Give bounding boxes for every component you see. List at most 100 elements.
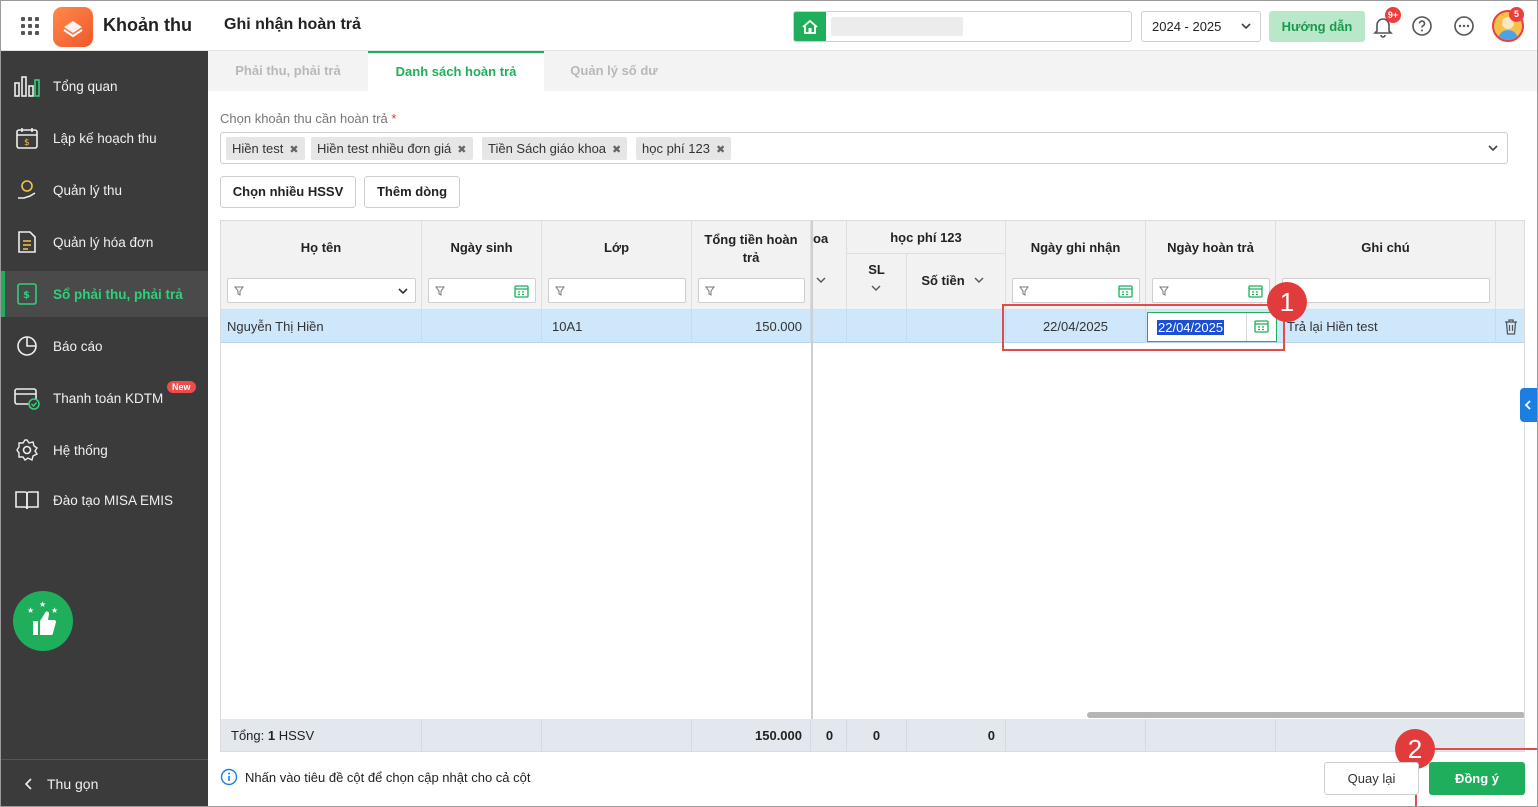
fee-tag-label: học phí 123: [642, 141, 710, 156]
info-icon: [220, 768, 238, 786]
more-options-icon[interactable]: [1452, 14, 1476, 38]
refund-grid: Họ tên Ngày sinh Lớp Tổng tiền hoàn trả …: [220, 220, 1525, 752]
tab-receivables[interactable]: Phải thu, phải trả: [208, 51, 368, 91]
school-year-select[interactable]: 2024 - 2025: [1141, 11, 1261, 42]
horizontal-scrollbar[interactable]: [1087, 712, 1524, 718]
cell-amount[interactable]: [907, 310, 1006, 343]
remove-tag-icon[interactable]: ✖: [612, 144, 621, 156]
table-row[interactable]: Nguyễn Thị Hiền 10A1 150.000 22/04/2025 …: [221, 310, 1524, 343]
chevron-down-icon: [974, 277, 984, 283]
column-header-dob[interactable]: Ngày sinh: [422, 221, 542, 310]
calendar-icon[interactable]: [1118, 284, 1133, 298]
cell-qty[interactable]: [847, 310, 907, 343]
fee-multiselect[interactable]: Hiền test ✖ Hiền test nhiều đơn giá ✖ Tiền…: [220, 132, 1508, 164]
school-name-redacted: [831, 17, 963, 36]
calendar-money-icon: $: [13, 124, 41, 152]
apps-grid-icon[interactable]: [21, 17, 39, 35]
back-button[interactable]: Quay lại: [1324, 762, 1419, 795]
filter-icon: [705, 286, 715, 296]
name-filter-input[interactable]: [227, 278, 416, 303]
fee-tag: Hiền test ✖: [226, 137, 305, 160]
column-header-note[interactable]: Ghi chú: [1276, 221, 1496, 310]
notification-badge: 9+: [1385, 7, 1401, 23]
cell-partial[interactable]: [813, 310, 847, 343]
confirm-button[interactable]: Đồng ý: [1429, 762, 1525, 795]
column-title: Lớp: [603, 240, 630, 255]
hint-note: Nhấn vào tiêu đề cột để chọn cập nhật ch…: [220, 768, 530, 786]
remove-tag-icon[interactable]: ✖: [716, 144, 725, 156]
svg-text:★: ★: [51, 606, 58, 615]
home-icon[interactable]: [794, 12, 826, 41]
choose-many-students-button[interactable]: Chọn nhiều HSSV: [220, 176, 356, 208]
add-row-button[interactable]: Thêm dòng: [364, 176, 460, 208]
trash-icon[interactable]: [1504, 319, 1518, 335]
column-header-class[interactable]: Lớp: [542, 221, 692, 310]
new-badge: New: [167, 381, 196, 393]
card-payment-icon: [13, 384, 41, 412]
sidebar-item-invoices[interactable]: Quản lý hóa đơn: [1, 219, 208, 265]
column-group-title: học phí 123: [890, 230, 962, 245]
guide-button[interactable]: Hướng dẫn: [1269, 11, 1365, 42]
chevron-down-icon: [871, 285, 881, 291]
help-icon[interactable]: [1410, 14, 1434, 38]
column-title: Tổng tiền hoàn trả: [704, 232, 798, 265]
sidebar-item-label: Báo cáo: [53, 338, 103, 354]
class-filter-input[interactable]: [548, 278, 686, 303]
filter-icon: [555, 286, 565, 296]
choose-fee-label: Chọn khoản thu cần hoàn trả *: [220, 111, 396, 126]
sidebar-item-system[interactable]: Hệ thống: [1, 427, 208, 473]
chevron-down-icon[interactable]: [1487, 142, 1499, 154]
cell-class[interactable]: 10A1: [542, 310, 692, 343]
total-count-cell: Tổng: 1 HSSV: [221, 719, 422, 751]
sidebar-item-collect[interactable]: Quản lý thu: [1, 167, 208, 213]
tab-refund-list[interactable]: Danh sách hoàn trả: [368, 51, 544, 91]
column-header-record-date[interactable]: Ngày ghi nhận: [1006, 221, 1146, 310]
sidebar-item-reports[interactable]: Báo cáo: [1, 323, 208, 369]
remove-tag-icon[interactable]: ✖: [289, 144, 298, 156]
cell-dob[interactable]: [422, 310, 542, 343]
column-header-amount[interactable]: Số tiền: [907, 254, 1006, 310]
calendar-icon[interactable]: [1248, 284, 1263, 298]
fee-tag-label: Tiền Sách giáo khoa: [488, 141, 607, 156]
sidebar-item-label: Quản lý thu: [53, 182, 123, 198]
school-selector[interactable]: [793, 11, 1132, 42]
sidebar-item-planning[interactable]: $ Lập kế hoạch thu: [1, 115, 208, 161]
tab-bar: Phải thu, phải trả Danh sách hoàn trả Qu…: [208, 51, 1537, 91]
sidebar-item-ledger[interactable]: $ Sổ phải thu, phải trả: [1, 271, 208, 317]
svg-text:$: $: [23, 290, 30, 301]
dob-filter-input[interactable]: [428, 278, 536, 303]
expand-panel-tab[interactable]: [1520, 388, 1537, 422]
calendar-icon[interactable]: [514, 284, 529, 298]
refund-date-filter-input[interactable]: [1152, 278, 1270, 303]
feedback-button[interactable]: ★ ★ ★: [13, 591, 73, 651]
tab-balance[interactable]: Quản lý số dư: [544, 51, 684, 91]
fee-tag: Hiền test nhiều đơn giá ✖: [311, 137, 473, 160]
sidebar-item-overview[interactable]: Tổng quan: [1, 63, 208, 109]
record-date-filter-input[interactable]: [1012, 278, 1140, 303]
column-header-name[interactable]: Họ tên: [221, 221, 422, 310]
cell-note[interactable]: Trả lại Hiền test: [1276, 310, 1496, 343]
chevron-down-icon: [398, 288, 408, 295]
column-header-refund-date[interactable]: Ngày hoàn trả: [1146, 221, 1276, 310]
note-filter-input[interactable]: [1282, 278, 1490, 303]
total-sum-cell: 0: [907, 719, 1006, 751]
fee-tag-label: Hiền test nhiều đơn giá: [317, 141, 452, 156]
cell-name[interactable]: Nguyễn Thị Hiền: [221, 310, 422, 343]
column-title: oa: [813, 231, 829, 246]
total-partial-cell: 0: [813, 719, 847, 751]
column-title: SL: [868, 262, 885, 277]
cell-total[interactable]: 150.000: [692, 310, 811, 343]
total-filter-input[interactable]: [698, 278, 805, 303]
collapse-sidebar-button[interactable]: Thu gọn: [1, 759, 208, 806]
column-header-total[interactable]: Tổng tiền hoàn trả: [692, 221, 811, 310]
main-content: Phải thu, phải trả Danh sách hoàn trả Qu…: [208, 51, 1537, 806]
total-dob-cell: [422, 719, 542, 751]
fee-tag: Tiền Sách giáo khoa ✖: [482, 137, 628, 160]
filter-icon: [234, 286, 244, 296]
remove-tag-icon[interactable]: ✖: [457, 144, 466, 156]
column-header-partial[interactable]: oa: [813, 221, 847, 310]
chevron-down-icon[interactable]: [815, 276, 827, 286]
column-header-qty[interactable]: SL: [847, 254, 907, 310]
sidebar-item-training[interactable]: Đào tạo MISA EMIS: [1, 477, 208, 523]
column-group-header[interactable]: học phí 123: [847, 221, 1006, 254]
